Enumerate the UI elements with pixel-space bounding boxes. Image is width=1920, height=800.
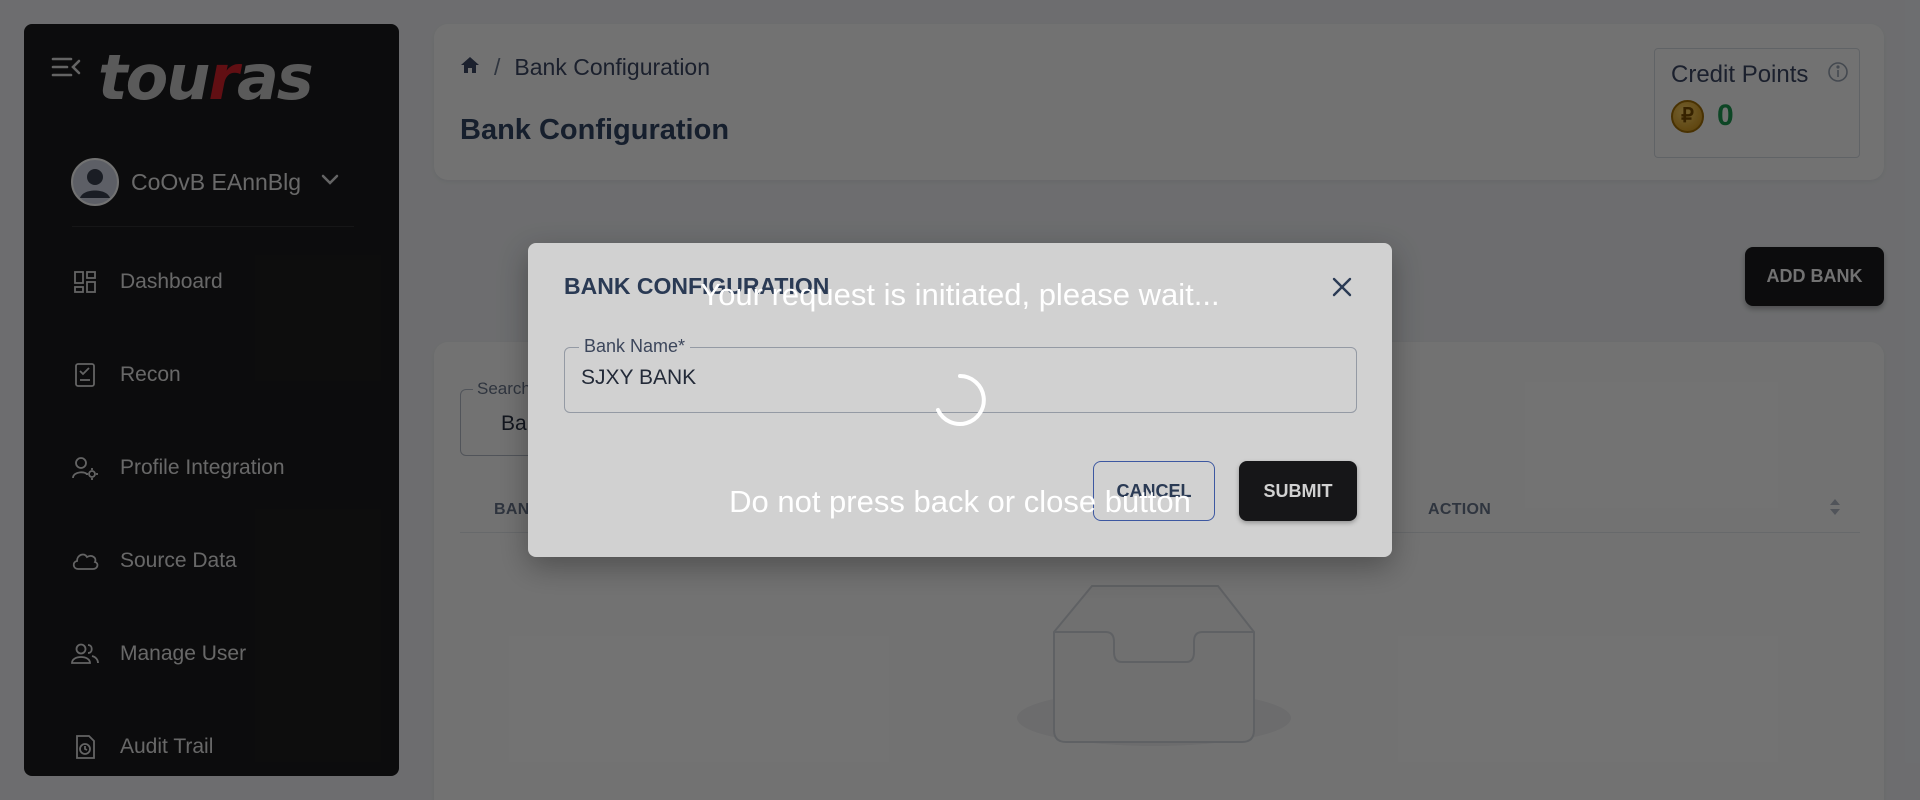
loading-overlay: Your request is initiated, please wait..… bbox=[0, 0, 1920, 800]
loading-message: Your request is initiated, please wait..… bbox=[700, 277, 1220, 312]
loading-warning: Do not press back or close button bbox=[729, 484, 1191, 519]
loading-spinner-icon bbox=[932, 372, 988, 428]
